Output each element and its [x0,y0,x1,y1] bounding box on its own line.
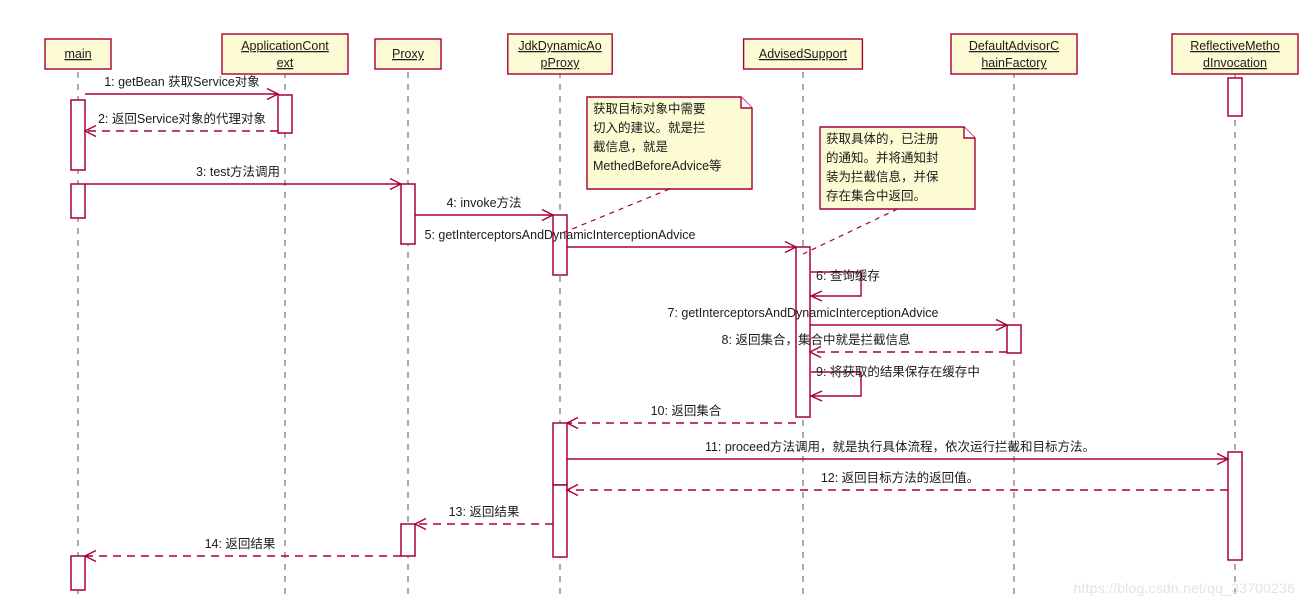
note-interceptor-line: 存在集合中返回。 [826,188,926,203]
message-label-4: 4: invoke方法 [446,195,521,210]
message-6: 6: 查询缓存 [809,269,880,302]
participant-label-advisedsupport: AdvisedSupport [759,47,848,61]
sequence-diagram-svg: 1: getBean 获取Service对象 2: 返回Service对象的代理对… [44,33,1299,596]
message-label-10: 10: 返回集合 [651,403,722,418]
message-label-13: 13: 返回结果 [449,505,520,519]
message-8: 8: 返回集合，集合中就是拦截信息 [722,332,1007,359]
note-interceptor-line: 的通知。并将通知封 [826,150,939,165]
message-label-14: 14: 返回结果 [205,537,276,551]
message-13: 13: 返回结果 [413,505,553,531]
watermark: https://blog.csdn.net/qq_33700236 [1073,580,1295,596]
activation-bar-main [70,555,86,591]
activation-bar-advisedsupport [795,246,811,418]
participant-label-main: main [64,47,91,61]
activation-bar-jdkdynamicaopproxy [552,214,568,276]
note-interceptor-line: 获取具体的，已注册 [826,131,939,146]
participant-applicationcontext[interactable]: ApplicationCont ext [221,33,349,75]
message-label-9: 9: 将获取的结果保存在缓存中 [816,364,980,379]
message-label-8: 8: 返回集合，集合中就是拦截信息 [722,332,911,347]
activation-bar-applicationcontext [277,94,293,134]
message-11: 11: proceed方法调用，就是执行具体流程，依次运行拦截和目标方法。 [567,439,1230,466]
participant-label-jdkdynamicaopproxy: JdkDynamicAo [518,39,601,53]
message-label-2: 2: 返回Service对象的代理对象 [98,111,266,126]
participant-defaultadvisorchainfactory[interactable]: DefaultAdvisorC hainFactory [950,33,1078,75]
activation-bar-reflectivemethodinvocation [1227,77,1243,117]
activation-bar-proxy [400,523,416,557]
message-9: 9: 将获取的结果保存在缓存中 [809,364,980,402]
activation-bar-main [70,183,86,219]
note-interceptor: 获取具体的，已注册的通知。并将通知封装为拦截信息，并保存在集合中返回。 [802,126,976,255]
participant-label-reflectivemethodinvocation: dInvocation [1203,56,1267,70]
activation-bar-proxy [400,183,416,245]
message-label-5: 5: getInterceptorsAndDynamicInterception… [425,228,696,242]
activation-bar-jdkdynamicaopproxy [552,484,568,558]
participant-reflectivemethodinvocation[interactable]: ReflectiveMetho dInvocation [1171,33,1299,75]
note-advice-line: 切入的建议。就是拦 [593,120,706,135]
participant-label-reflectivemethodinvocation: ReflectiveMetho [1190,39,1280,53]
message-2: 2: 返回Service对象的代理对象 [83,111,278,138]
message-label-12: 12: 返回目标方法的返回值。 [821,470,979,485]
note-interceptor-line: 装为拦截信息，并保 [826,169,939,184]
note-advice-line: 截信息，就是 [593,139,669,154]
message-1: 1: getBean 获取Service对象 [85,75,280,101]
message-7: 7: getInterceptorsAndDynamicInterception… [668,306,1009,332]
message-10: 10: 返回集合 [565,403,796,430]
activation-bar-jdkdynamicaopproxy [552,422,568,486]
message-label-7: 7: getInterceptorsAndDynamicInterception… [668,306,939,320]
message-label-6: 6: 查询缓存 [816,269,880,283]
message-4: 4: invoke方法 [415,195,555,222]
sequence-diagram-canvas: 1: getBean 获取Service对象 2: 返回Service对象的代理对… [0,0,1303,602]
participant-main[interactable]: main [44,38,112,70]
participant-label-applicationcontext: ext [277,56,294,70]
participant-label-defaultadvisorchainfactory: DefaultAdvisorC [969,39,1059,53]
message-14: 14: 返回结果 [83,537,401,563]
message-label-1: 1: getBean 获取Service对象 [104,75,260,89]
participant-label-defaultadvisorchainfactory: hainFactory [981,56,1047,70]
message-12: 12: 返回目标方法的返回值。 [565,470,1228,497]
message-3: 3: test方法调用 [85,164,403,191]
participant-label-jdkdynamicaopproxy: pProxy [541,56,581,70]
participant-label-applicationcontext: ApplicationCont [241,39,329,53]
participant-headers-group: main ApplicationCont ext Proxy JdkDynamicAo p… [44,33,1299,75]
message-label-11: 11: proceed方法调用，就是执行具体流程，依次运行拦截和目标方法。 [705,439,1095,454]
participant-jdkdynamicaopproxy[interactable]: JdkDynamicAo pProxy [507,33,613,75]
message-5: 5: getInterceptorsAndDynamicInterception… [425,228,798,254]
note-interceptor-anchor-line [802,208,898,255]
participant-label-proxy: Proxy [392,47,425,61]
participant-proxy[interactable]: Proxy [374,38,442,70]
activation-bar-main [70,99,86,171]
note-advice-line: MethedBeforeAdvice等 [593,158,722,173]
activation-bar-defaultadvisorchainfactory [1006,324,1022,354]
participant-advisedsupport[interactable]: AdvisedSupport [742,38,864,70]
activation-bar-reflectivemethodinvocation [1227,451,1243,561]
note-advice-line: 获取目标对象中需要 [593,101,706,116]
message-label-3: 3: test方法调用 [196,164,280,179]
note-advice: 获取目标对象中需要切入的建议。就是拦截信息，就是 MethedBeforeAdvi… [559,96,753,235]
